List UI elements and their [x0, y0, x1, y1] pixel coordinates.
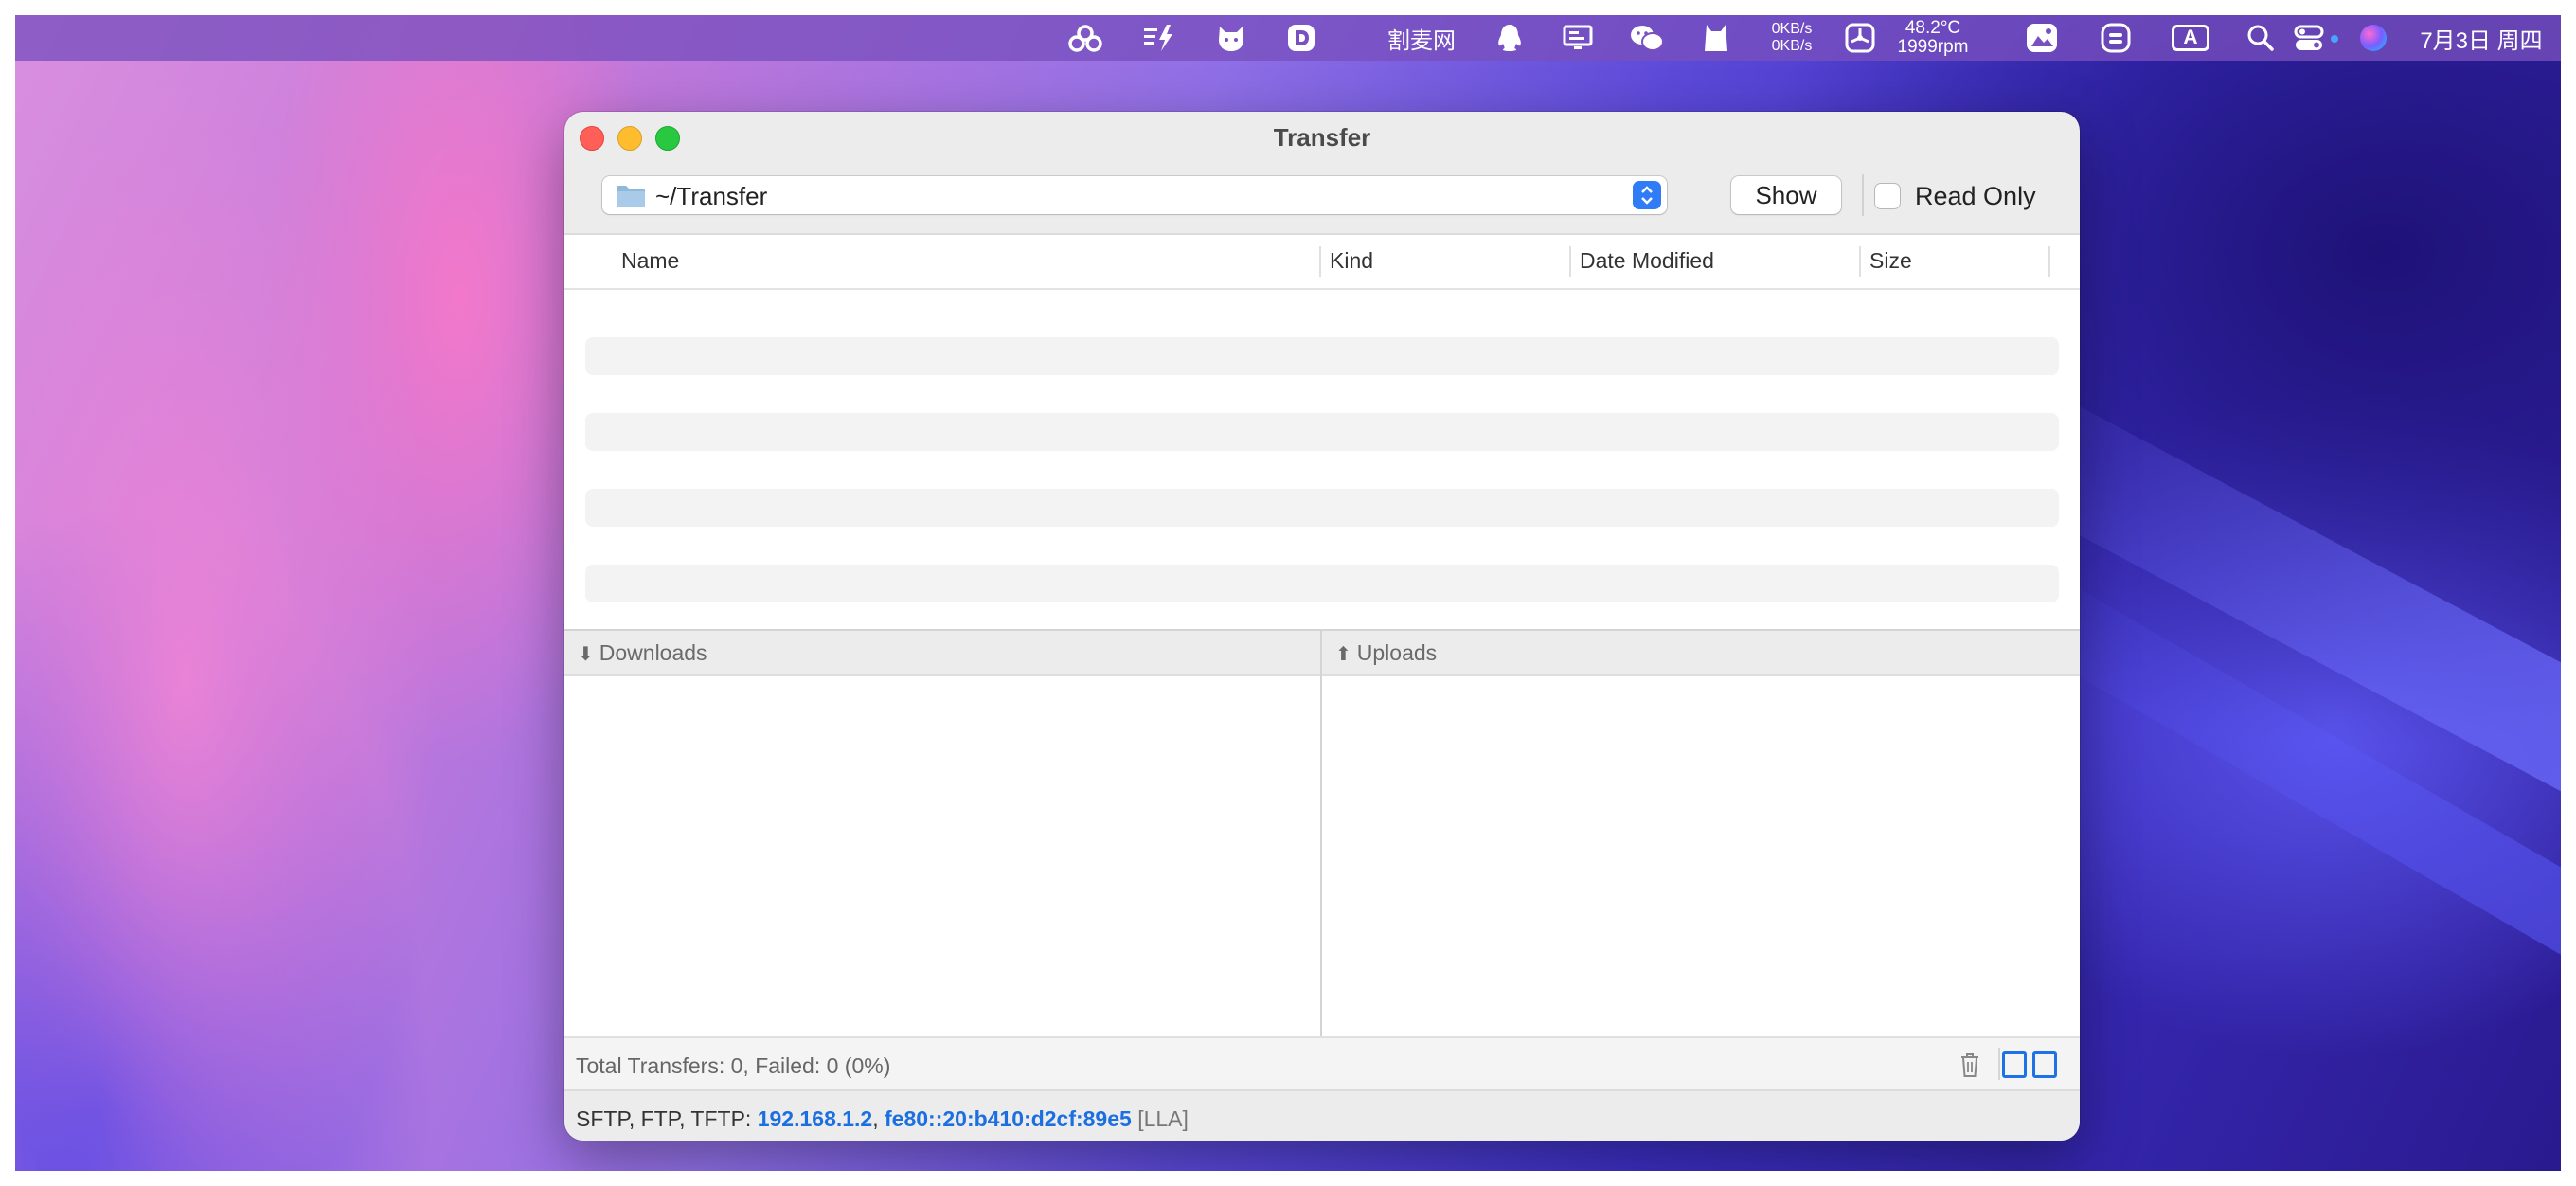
- desktop: 割麦网 0KB/s 0KB/s 48.2°C 1999rpm A 7月3日 周四…: [15, 15, 2561, 1171]
- uploads-header: ⬆ Uploads: [1322, 631, 2080, 676]
- arrow-up-icon: ⬆: [1335, 644, 1351, 665]
- read-only-checkbox[interactable]: [1875, 184, 1900, 208]
- column-separator[interactable]: [1859, 246, 1861, 277]
- ipv6-address[interactable]: fe80::20:b410:d2cf:89e5: [885, 1106, 1132, 1131]
- path-popup[interactable]: ~/Transfer: [602, 176, 1667, 214]
- chevron-updown-icon[interactable]: [1633, 181, 1661, 209]
- menu-text-item[interactable]: 割麦网: [1379, 15, 1464, 61]
- ipv4-address[interactable]: 192.168.1.2: [758, 1106, 873, 1131]
- read-only-label[interactable]: Read Only: [1915, 182, 2036, 211]
- cloud-sync-icon[interactable]: [1064, 15, 1106, 61]
- fan-speed-value: 1999rpm: [1897, 37, 1969, 57]
- table-row[interactable]: [585, 489, 2059, 527]
- file-list[interactable]: Name Kind Date Modified Size: [564, 233, 2080, 631]
- menu-bar: 割麦网 0KB/s 0KB/s 48.2°C 1999rpm A 7月3日 周四: [15, 15, 2561, 61]
- table-row[interactable]: [585, 413, 2059, 451]
- server-addresses: SFTP, FTP, TFTP: 192.168.1.2, fe80::20:b…: [576, 1106, 1189, 1132]
- downloads-label: Downloads: [599, 640, 707, 665]
- screen-share-icon[interactable]: [1557, 15, 1599, 61]
- image-app-icon[interactable]: [2021, 15, 2063, 61]
- system-temperature[interactable]: 48.2°C 1999rpm: [1881, 15, 1985, 61]
- shortcuts-icon[interactable]: [2095, 15, 2137, 61]
- toolbar-divider: [1862, 174, 1864, 216]
- input-method-label: A: [2172, 25, 2209, 51]
- server-info-bar: SFTP, FTP, TFTP: 192.168.1.2, fe80::20:b…: [564, 1089, 2080, 1141]
- lla-tag: [LLA]: [1131, 1106, 1189, 1131]
- arrow-down-icon: ⬇: [578, 644, 594, 665]
- file-list-header: Name Kind Date Modified Size: [564, 235, 2080, 290]
- uploads-label: Uploads: [1356, 640, 1438, 665]
- net-down: 0KB/s: [1771, 38, 1813, 54]
- column-name[interactable]: Name: [621, 248, 679, 274]
- column-size[interactable]: Size: [1869, 248, 1912, 274]
- cat-app-icon[interactable]: [1210, 15, 1252, 61]
- right-pane-toggle-icon[interactable]: [2032, 1051, 2057, 1078]
- downloads-list[interactable]: [564, 676, 1320, 1038]
- net-up: 0KB/s: [1771, 21, 1813, 37]
- qq-icon[interactable]: [1489, 15, 1530, 61]
- folder-icon: [617, 186, 645, 207]
- column-kind[interactable]: Kind: [1330, 248, 1373, 274]
- protocols-label: SFTP, FTP, TFTP:: [576, 1106, 758, 1131]
- table-row[interactable]: [585, 337, 2059, 375]
- network-speed[interactable]: 0KB/s 0KB/s: [1754, 15, 1830, 61]
- column-date-modified[interactable]: Date Modified: [1580, 248, 1714, 274]
- show-button[interactable]: Show: [1731, 176, 1841, 214]
- cat-mask-icon[interactable]: [1697, 15, 1735, 61]
- path-label: ~/Transfer: [655, 182, 768, 210]
- transfers-area: ⬇ Downloads ⬆ Uploads: [564, 629, 2080, 1038]
- trash-icon[interactable]: [1959, 1051, 1981, 1078]
- window-title: Transfer: [1273, 123, 1371, 152]
- transfer-window: Transfer ~/Transfer Show Read Only Name …: [564, 112, 2080, 1141]
- fan-icon[interactable]: [1843, 15, 1877, 61]
- downloads-header: ⬇ Downloads: [564, 631, 1320, 676]
- clock[interactable]: 7月3日 周四: [2409, 15, 2553, 61]
- address-separator: ,: [872, 1106, 886, 1131]
- uploads-list[interactable]: [1322, 676, 2080, 1038]
- left-pane-toggle-icon[interactable]: [2002, 1051, 2027, 1078]
- status-divider: [1998, 1048, 2000, 1080]
- title-bar[interactable]: Transfer: [564, 112, 2080, 161]
- power-menu-icon[interactable]: [1138, 15, 1180, 61]
- column-separator[interactable]: [2048, 246, 2050, 277]
- status-bar: Total Transfers: 0, Failed: 0 (0%): [564, 1036, 2080, 1091]
- wechat-icon[interactable]: [1625, 15, 1669, 61]
- column-separator[interactable]: [1569, 246, 1571, 277]
- control-center-icon[interactable]: [2292, 15, 2345, 61]
- input-method-indicator[interactable]: A: [2169, 15, 2212, 61]
- d-app-icon[interactable]: [1280, 15, 1322, 61]
- transfer-summary: Total Transfers: 0, Failed: 0 (0%): [576, 1053, 891, 1078]
- temperature-value: 48.2°C: [1905, 18, 1961, 38]
- table-row[interactable]: [585, 565, 2059, 602]
- column-separator[interactable]: [1319, 246, 1321, 277]
- spotlight-search-icon[interactable]: [2243, 15, 2279, 61]
- siri-icon[interactable]: [2354, 15, 2392, 61]
